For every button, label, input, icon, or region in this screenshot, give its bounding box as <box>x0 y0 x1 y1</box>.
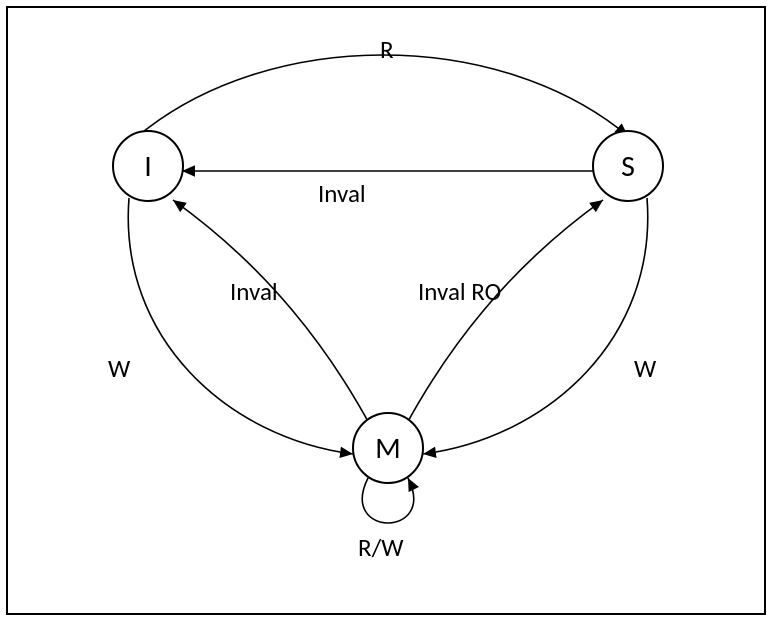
state-node-s: S <box>592 130 664 202</box>
state-label-s: S <box>621 148 635 185</box>
edge-label-inval-ro: Inval RO <box>418 276 501 307</box>
state-label-m: M <box>375 430 401 467</box>
state-label-i: I <box>144 148 152 185</box>
edge-label-inval-si: Inval <box>318 178 366 209</box>
edge-label-r: R <box>380 34 394 65</box>
edge-label-w-sm: W <box>634 353 656 384</box>
edge-m-self <box>362 478 413 523</box>
state-node-i: I <box>112 130 184 202</box>
edge-label-w-im: W <box>108 353 130 384</box>
edge-s-to-m <box>423 198 648 454</box>
diagram-frame: I S M R Inval Inval Inval RO W W R/W <box>6 6 766 615</box>
edge-m-to-i <box>173 200 370 425</box>
edge-i-to-s <box>138 55 628 136</box>
edges-svg <box>8 8 768 617</box>
edge-m-to-s <box>406 200 603 425</box>
edge-label-inval-mi: Inval <box>230 276 278 307</box>
state-node-m: M <box>352 412 424 484</box>
edge-label-rw: R/W <box>358 532 403 563</box>
edge-i-to-m <box>128 198 353 454</box>
